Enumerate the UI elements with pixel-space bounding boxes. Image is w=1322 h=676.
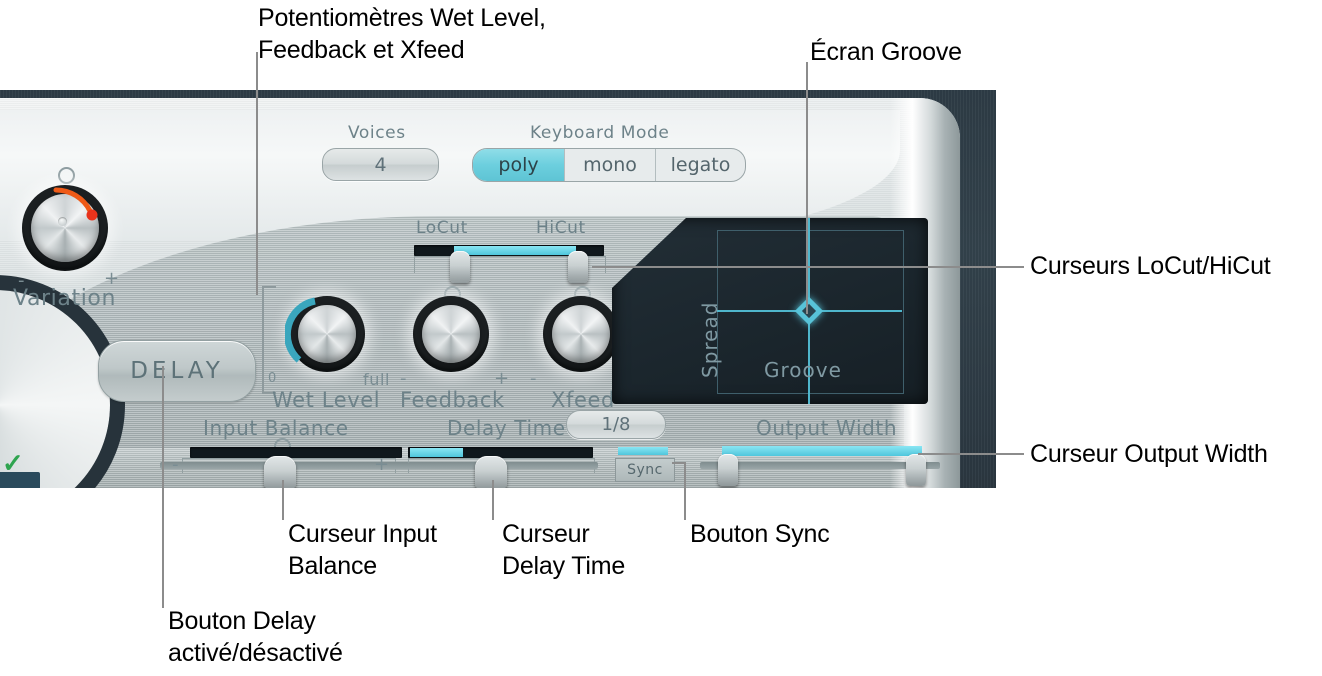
output-width-label: Output Width [756,416,898,440]
xfeed-min-label: - [530,368,538,389]
locut-hicut-range-fill [454,246,576,255]
keyboard-mode-switch: poly mono legato [472,148,746,182]
keyboard-mode-option-poly[interactable]: poly [473,149,565,181]
input-balance-min-label: - [172,454,180,475]
sync-button[interactable]: Sync [615,458,675,482]
voices-value: 4 [374,153,387,176]
callout-pots: Potentiomètres Wet Level, Feedback et Xf… [258,4,546,64]
wet-level-knob-arc [285,297,316,363]
hicut-label: HiCut [536,218,586,238]
output-width-left-handle[interactable] [718,454,738,486]
wet-level-max-label: full [363,370,391,389]
leader-sync-elbow [672,462,686,464]
leader-sync [684,462,686,520]
delay-toggle-button[interactable]: DELAY [98,340,256,402]
locut-label: LoCut [416,218,468,238]
feedback-knob-cap [422,305,480,363]
xfeed-label: Xfeed [551,388,615,412]
keyboard-mode-option-legato[interactable]: legato [656,149,745,181]
xfeed-knob-cap [552,305,610,363]
wet-level-min-label: 0 [268,371,277,386]
callout-sync: Bouton Sync [690,520,830,548]
keyboard-mode-label: Keyboard Mode [530,123,670,143]
mini-display [0,472,40,488]
feedback-knob[interactable] [413,296,489,372]
groove-x-label: Groove [764,358,842,382]
voices-label: Voices [348,123,406,143]
callout-delay-toggle: Bouton Delay activé/désactivé [168,607,343,667]
hicut-slider-handle[interactable] [568,251,588,283]
input-balance-max-label: + [374,454,390,475]
groove-display[interactable]: Spread Groove [612,218,928,404]
delay-designer-panel: ✓ - + Variation Voices 4 Keyboard Mode p… [0,90,996,488]
leader-pots [256,52,258,295]
input-balance-label: Input Balance [203,416,349,440]
variation-knob-arc [53,187,98,221]
leader-delay-time [492,480,494,520]
callout-locut-hicut: Curseurs LoCut/HiCut [1030,252,1271,280]
wet-level-label: Wet Level [272,388,381,412]
output-width-fill[interactable] [722,446,922,456]
delay-button-label: DELAY [130,358,224,384]
groove-spread-label: Spread [698,301,722,378]
callout-delay-time: Curseur Delay Time [502,520,626,580]
keyboard-mode-option-mono[interactable]: mono [565,149,656,181]
delay-time-value-field[interactable]: 1/8 [566,410,666,439]
sync-indicator-bar [618,447,668,455]
callout-input-balance: Curseur Input Balance [288,520,437,580]
feedback-label: Feedback [400,388,505,412]
voices-value-field[interactable]: 4 [322,148,439,181]
delay-time-fill [410,448,463,457]
callout-groove-display: Écran Groove [810,38,962,66]
leader-input-balance [282,480,284,520]
leader-delay-toggle [162,366,164,608]
feedback-min-label: - [400,368,408,389]
delay-time-slider-handle[interactable] [475,456,507,488]
sync-button-label: Sync [627,462,663,478]
locut-slider-handle[interactable] [450,251,470,283]
leader-output-width [918,453,1024,455]
callout-output-width: Curseur Output Width [1030,440,1268,468]
input-balance-slider-handle[interactable] [264,456,296,488]
leader-locut-hicut [592,266,1024,268]
delay-time-label: Delay Time [447,416,566,440]
delay-time-value: 1/8 [601,414,631,435]
leader-groove [806,62,808,314]
variation-label: Variation [13,286,117,311]
input-balance-track[interactable] [190,447,402,458]
xfeed-knob[interactable] [543,296,619,372]
output-width-right-handle[interactable] [906,454,926,486]
feedback-max-label: + [494,368,510,389]
